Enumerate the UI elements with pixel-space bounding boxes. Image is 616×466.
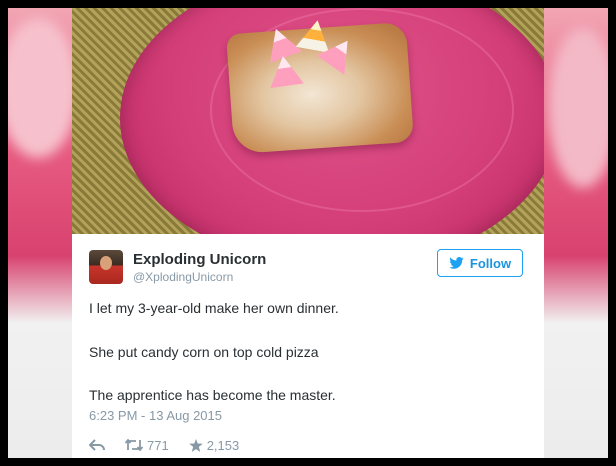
like-action[interactable]: 2,153 <box>188 437 240 453</box>
reply-icon <box>89 439 105 451</box>
tweet-actions: 771 2,153 <box>89 437 239 453</box>
twitter-bird-icon <box>449 257 464 269</box>
retweet-count: 771 <box>147 437 169 453</box>
backdrop-blur-right <box>548 28 608 188</box>
star-icon <box>188 438 203 452</box>
tweet-card: Exploding Unicorn @XplodingUnicorn Follo… <box>72 8 544 458</box>
tweet-text-line-3: The apprentice has become the master. <box>89 387 336 403</box>
retweet-icon <box>125 439 143 451</box>
tweet-body: Exploding Unicorn @XplodingUnicorn Follo… <box>72 234 544 458</box>
author-name[interactable]: Exploding Unicorn <box>133 251 266 268</box>
tweet-timestamp[interactable]: 6:23 PM - 13 Aug 2015 <box>89 408 222 423</box>
retweet-action[interactable]: 771 <box>125 438 169 453</box>
like-count: 2,153 <box>206 437 240 453</box>
avatar-face <box>100 256 112 270</box>
backdrop-blur-left <box>8 18 78 158</box>
follow-button[interactable]: Follow <box>437 249 523 277</box>
follow-label: Follow <box>469 255 512 271</box>
tweet-text-line-2: She put candy corn on top cold pizza <box>89 344 319 360</box>
author-handle[interactable]: @XplodingUnicorn <box>133 270 233 284</box>
reply-action[interactable] <box>89 439 105 451</box>
tweet-text-line-1: I let my 3-year-old make her own dinner. <box>89 300 339 316</box>
avatar[interactable] <box>89 250 123 284</box>
tweet-photo <box>72 8 544 234</box>
